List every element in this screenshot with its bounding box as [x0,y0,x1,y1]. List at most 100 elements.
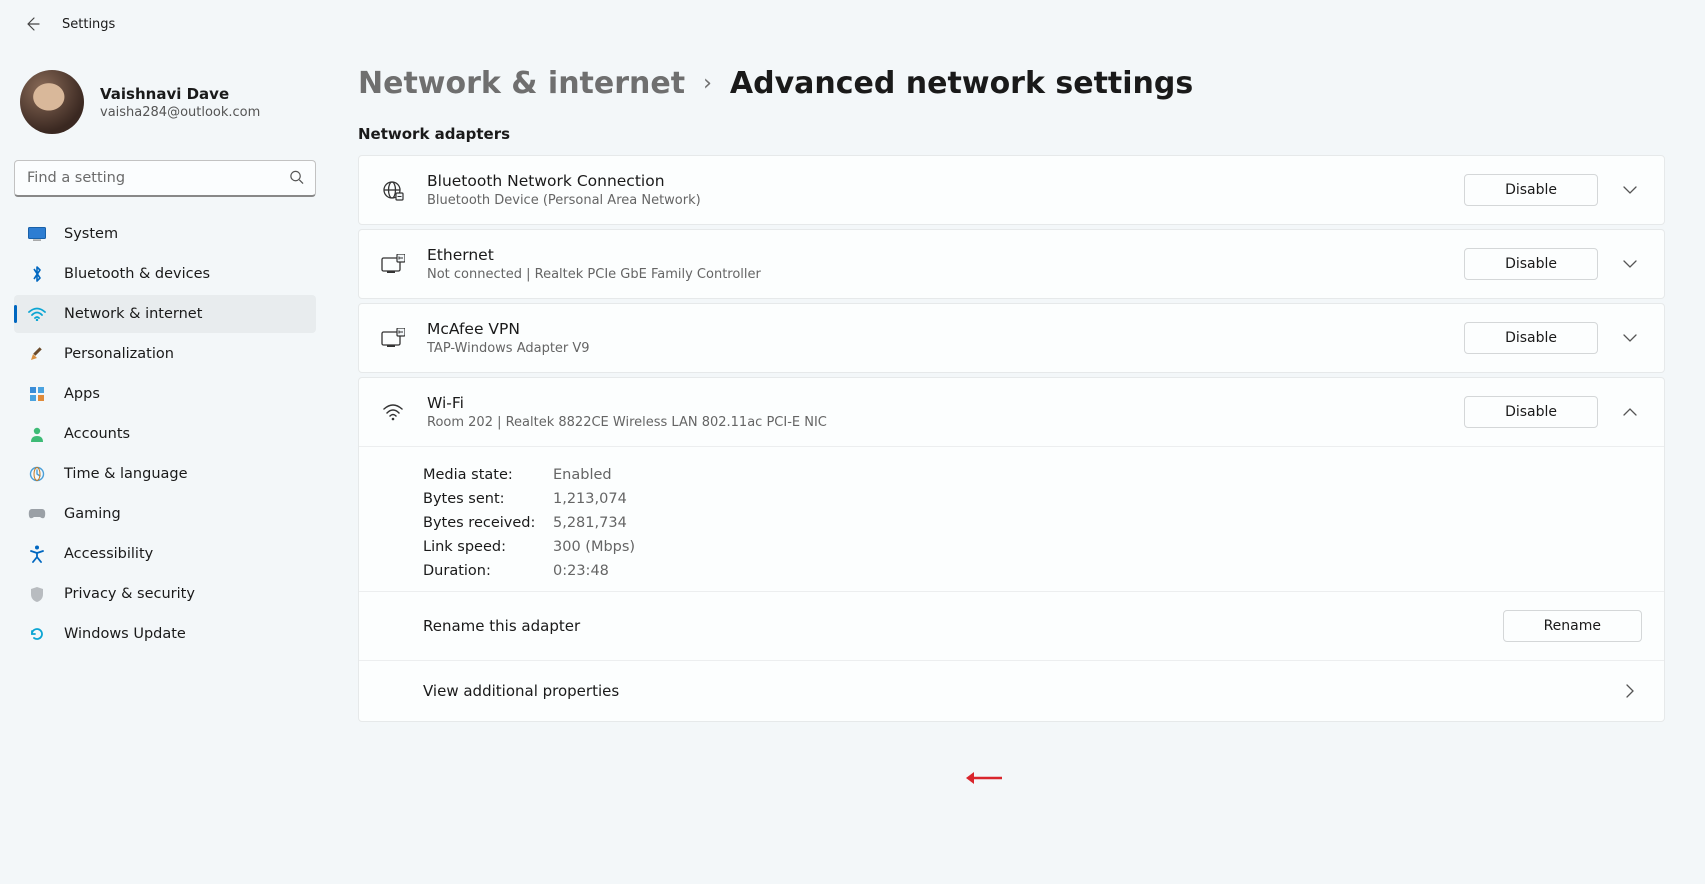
sidebar-item-label: Bluetooth & devices [64,266,210,282]
sidebar-item-label: Privacy & security [64,586,195,602]
detail-row: Bytes received:5,281,734 [423,515,1642,531]
bluetooth-icon [28,265,46,283]
detail-row: Link speed:300 (Mbps) [423,539,1642,555]
shield-icon [28,585,46,603]
disable-button[interactable]: Disable [1464,174,1598,206]
adapter-subtitle: Room 202 | Realtek 8822CE Wireless LAN 8… [427,415,1442,430]
detail-row: Duration:0:23:48 [423,563,1642,579]
ethernet-icon [381,326,405,350]
nav: System Bluetooth & devices Network & int… [14,215,316,653]
detail-key: Link speed: [423,539,553,555]
adapter-row[interactable]: Wi-Fi Room 202 | Realtek 8822CE Wireless… [359,378,1664,446]
profile-name: Vaishnavi Dave [100,85,260,103]
sidebar-item-label: Gaming [64,506,121,522]
view-properties-label: View additional properties [423,682,619,700]
search-input[interactable] [14,160,316,197]
sidebar-item-label: Apps [64,386,100,402]
sidebar-item-personalization[interactable]: Personalization [14,335,316,373]
rename-label: Rename this adapter [423,617,580,635]
page-title: Advanced network settings [730,66,1193,101]
wifi-icon [381,400,405,424]
ethernet-icon [381,252,405,276]
sidebar-item-label: Personalization [64,346,174,362]
wifi-icon [28,305,46,323]
sidebar-item-label: Network & internet [64,306,202,322]
adapter-subtitle: Bluetooth Device (Personal Area Network) [427,193,1442,208]
detail-row: Bytes sent:1,213,074 [423,491,1642,507]
adapter-title: McAfee VPN [427,320,1442,338]
app-title: Settings [62,17,115,32]
detail-value: Enabled [553,467,612,483]
adapter-subtitle: TAP-Windows Adapter V9 [427,341,1442,356]
profile-block[interactable]: Vaishnavi Dave vaisha284@outlook.com [14,58,316,154]
globe-icon [381,178,405,202]
adapter-card-bluetooth: Bluetooth Network Connection Bluetooth D… [358,155,1665,225]
sidebar-item-time[interactable]: Time & language [14,455,316,493]
view-properties-row[interactable]: View additional properties [359,660,1664,721]
adapter-row[interactable]: Ethernet Not connected | Realtek PCIe Gb… [359,230,1664,298]
breadcrumb: Network & internet › Advanced network se… [358,66,1665,101]
sidebar-item-label: System [64,226,118,242]
sidebar-item-accessibility[interactable]: Accessibility [14,535,316,573]
person-icon [28,425,46,443]
adapter-card-wifi: Wi-Fi Room 202 | Realtek 8822CE Wireless… [358,377,1665,722]
sidebar-item-label: Windows Update [64,626,186,642]
adapter-title: Bluetooth Network Connection [427,172,1442,190]
adapter-subtitle: Not connected | Realtek PCIe GbE Family … [427,267,1442,282]
sidebar-item-update[interactable]: Windows Update [14,615,316,653]
globe-clock-icon [28,465,46,483]
detail-key: Bytes sent: [423,491,553,507]
apps-icon [28,385,46,403]
adapter-card-ethernet: Ethernet Not connected | Realtek PCIe Gb… [358,229,1665,299]
wifi-details: Media state:Enabled Bytes sent:1,213,074… [359,446,1664,591]
sidebar-item-network[interactable]: Network & internet [14,295,316,333]
back-button[interactable] [22,14,42,34]
detail-key: Bytes received: [423,515,553,531]
adapter-title: Ethernet [427,246,1442,264]
sidebar-item-privacy[interactable]: Privacy & security [14,575,316,613]
system-icon [28,225,46,243]
detail-key: Media state: [423,467,553,483]
adapter-title: Wi-Fi [427,394,1442,412]
chevron-down-icon[interactable] [1618,326,1642,350]
section-label: Network adapters [358,125,1665,143]
sidebar-item-accounts[interactable]: Accounts [14,415,316,453]
rename-adapter-row: Rename this adapter Rename [359,591,1664,660]
gamepad-icon [28,505,46,523]
sidebar-item-label: Time & language [64,466,188,482]
paintbrush-icon [28,345,46,363]
main-content: Network & internet › Advanced network se… [330,48,1705,884]
chevron-down-icon[interactable] [1618,178,1642,202]
adapter-row[interactable]: Bluetooth Network Connection Bluetooth D… [359,156,1664,224]
disable-button[interactable]: Disable [1464,248,1598,280]
sidebar-item-label: Accounts [64,426,130,442]
detail-value: 300 (Mbps) [553,539,635,555]
sidebar: Vaishnavi Dave vaisha284@outlook.com Sys… [0,48,330,884]
chevron-right-icon [1618,679,1642,703]
chevron-down-icon[interactable] [1618,252,1642,276]
sidebar-item-gaming[interactable]: Gaming [14,495,316,533]
detail-value: 0:23:48 [553,563,609,579]
chevron-up-icon[interactable] [1618,400,1642,424]
sidebar-item-apps[interactable]: Apps [14,375,316,413]
disable-button[interactable]: Disable [1464,396,1598,428]
rename-button[interactable]: Rename [1503,610,1642,642]
sidebar-item-bluetooth[interactable]: Bluetooth & devices [14,255,316,293]
avatar [20,70,84,134]
sidebar-item-system[interactable]: System [14,215,316,253]
arrow-left-icon [24,16,40,32]
profile-email: vaisha284@outlook.com [100,105,260,120]
detail-value: 5,281,734 [553,515,627,531]
breadcrumb-parent[interactable]: Network & internet [358,66,685,101]
search-icon [289,169,304,188]
sidebar-item-label: Accessibility [64,546,153,562]
annotation-arrow-icon [964,770,1004,790]
adapter-row[interactable]: McAfee VPN TAP-Windows Adapter V9 Disabl… [359,304,1664,372]
detail-key: Duration: [423,563,553,579]
accessibility-icon [28,545,46,563]
disable-button[interactable]: Disable [1464,322,1598,354]
adapter-card-mcafee: McAfee VPN TAP-Windows Adapter V9 Disabl… [358,303,1665,373]
chevron-right-icon: › [703,71,712,96]
update-icon [28,625,46,643]
detail-row: Media state:Enabled [423,467,1642,483]
